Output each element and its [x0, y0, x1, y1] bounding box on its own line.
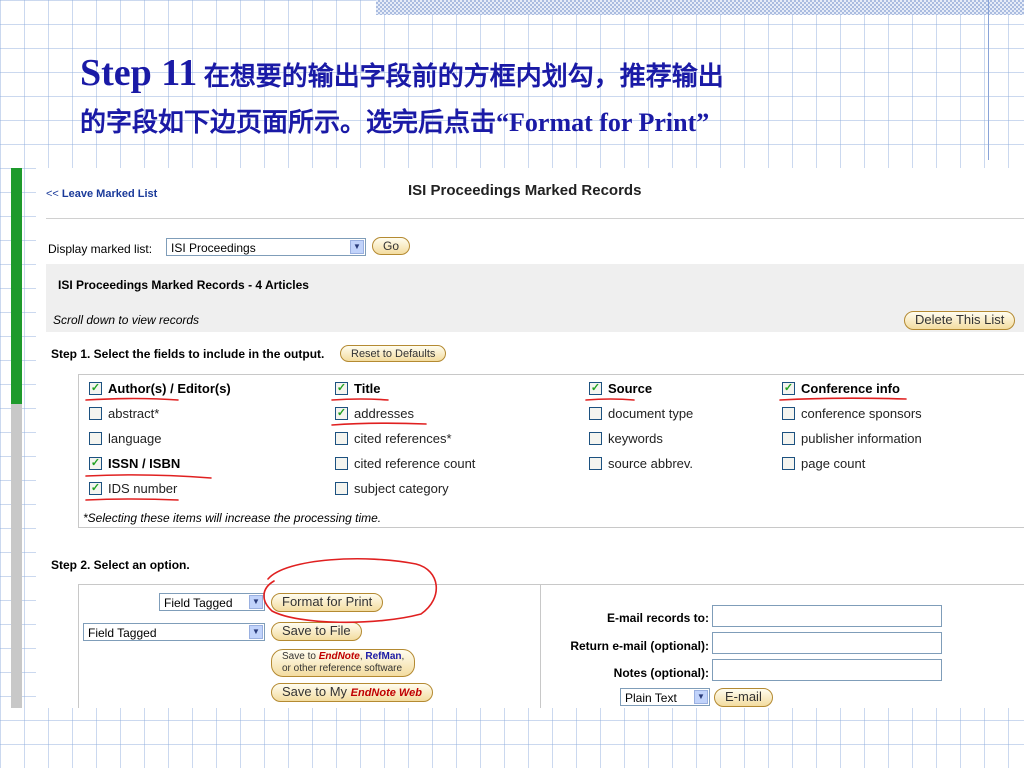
display-marked-list-label: Display marked list: [48, 242, 153, 256]
checkbox[interactable]: ✓ [782, 382, 795, 395]
format-select-file[interactable]: Field Tagged ▼ [83, 623, 265, 641]
field-page-count[interactable]: page count [782, 456, 865, 471]
slide-title-line2: 的字段如下边页面所示。选完后点击 [80, 108, 497, 137]
chevron-down-icon: ▼ [350, 240, 364, 254]
field-publisher-information[interactable]: publisher information [782, 431, 922, 446]
checkbox[interactable] [589, 457, 602, 470]
checkbox[interactable] [89, 432, 102, 445]
reset-defaults-button[interactable]: Reset to Defaults [340, 345, 447, 362]
checkbox[interactable] [782, 432, 795, 445]
checkbox[interactable] [89, 407, 102, 420]
slide-title-step: Step 11 [80, 52, 198, 94]
checkbox[interactable] [335, 432, 348, 445]
checkbox[interactable]: ✓ [335, 382, 348, 395]
delete-list-button[interactable]: Delete This List [904, 311, 1016, 330]
checkbox[interactable] [589, 407, 602, 420]
format-select-print[interactable]: Field Tagged ▼ [159, 593, 265, 611]
save-to-endnote-button[interactable]: Save to EndNote, RefMan, or other refere… [271, 649, 416, 677]
chevron-down-icon: ▼ [694, 690, 708, 704]
slide-top-decoration [376, 0, 1024, 15]
return-email-input[interactable] [712, 632, 942, 654]
field-keywords[interactable]: keywords [589, 431, 663, 446]
slide-title-line1: 在想要的输出字段前的方框内划勾，推荐输出 [197, 62, 724, 91]
leave-marked-list-label: Leave Marked List [61, 188, 158, 200]
checkbox[interactable]: ✓ [89, 457, 102, 470]
field-subject-category[interactable]: subject category [335, 481, 449, 496]
endnote-logo: EndNote [318, 651, 360, 662]
slide-accent-green [11, 168, 22, 404]
go-button[interactable]: Go [372, 237, 411, 255]
notes-label: Notes (optional): [613, 666, 709, 680]
field-source-abbrev[interactable]: source abbrev. [589, 456, 693, 471]
endnote-web-logo: EndNote Web [350, 687, 422, 699]
back-arrow-icon: << [46, 188, 59, 200]
slide-accent-gray [11, 404, 22, 708]
field-abstract[interactable]: abstract* [89, 406, 159, 421]
field-conference-info[interactable]: ✓ Conference info [782, 381, 900, 396]
checkbox[interactable]: ✓ [335, 407, 348, 420]
field-author[interactable]: ✓ Author(s) / Editor(s) [89, 381, 231, 396]
chevron-down-icon: ▼ [249, 595, 263, 609]
checkbox[interactable]: ✓ [589, 382, 602, 395]
email-format-select[interactable]: Plain Text ▼ [620, 688, 710, 706]
save-to-file-button[interactable]: Save to File [271, 622, 362, 641]
processing-note: *Selecting these items will increase the… [83, 511, 382, 525]
output-options-box: Field Tagged ▼ Format for Print Field Ta… [78, 584, 1024, 708]
checkbox[interactable] [335, 482, 348, 495]
scroll-hint: Scroll down to view records [53, 313, 200, 327]
email-to-input[interactable] [712, 605, 942, 627]
email-button[interactable]: E-mail [714, 688, 773, 707]
screenshot-panel: << Leave Marked List ISI Proceedings Mar… [36, 168, 1024, 708]
slide-title-quote: “Format for Print” [496, 108, 710, 137]
checkbox[interactable]: ✓ [89, 482, 102, 495]
field-cited-references[interactable]: cited references* [335, 431, 452, 446]
field-source[interactable]: ✓ Source [589, 381, 652, 396]
field-title[interactable]: ✓ Title [335, 381, 381, 396]
display-list-value: ISI Proceedings [171, 241, 256, 255]
format-for-print-button[interactable]: Format for Print [271, 593, 384, 612]
email-to-label: E-mail records to: [606, 611, 709, 625]
field-cited-reference-count[interactable]: cited reference count [335, 456, 475, 471]
field-document-type[interactable]: document type [589, 406, 693, 421]
slide-title: Step 11 在想要的输出字段前的方框内划勾，推荐输出 的字段如下边页面所示。… [80, 50, 980, 146]
checkbox[interactable] [782, 457, 795, 470]
record-count: ISI Proceedings Marked Records - 4 Artic… [58, 278, 309, 292]
field-addresses[interactable]: ✓ addresses [335, 406, 414, 421]
divider [46, 218, 1024, 219]
step2-heading: Step 2. Select an option. [51, 558, 190, 572]
step1-heading: Step 1. Select the fields to include in … [51, 347, 325, 361]
checkbox[interactable] [335, 457, 348, 470]
field-conference-sponsors[interactable]: conference sponsors [782, 406, 922, 421]
leave-marked-list-link[interactable]: << Leave Marked List [46, 188, 157, 200]
checkbox[interactable] [782, 407, 795, 420]
chevron-down-icon: ▼ [249, 625, 263, 639]
notes-input[interactable] [712, 659, 942, 681]
slide-vertical-rule [988, 0, 989, 160]
display-list-select[interactable]: ISI Proceedings ▼ [166, 238, 366, 256]
field-selection-box: ✓ Author(s) / Editor(s) ✓ Title ✓ Source ✓ C… [78, 374, 1024, 528]
field-ids-number[interactable]: ✓ IDS number [89, 481, 177, 496]
field-issn-isbn[interactable]: ✓ ISSN / ISBN [89, 456, 180, 471]
save-to-endnote-web-button[interactable]: Save to My EndNote Web [271, 683, 433, 702]
field-language[interactable]: language [89, 431, 162, 446]
page-title: ISI Proceedings Marked Records [408, 182, 642, 199]
checkbox[interactable] [589, 432, 602, 445]
refman-logo: RefMan [365, 651, 402, 662]
return-email-label: Return e-mail (optional): [570, 639, 709, 653]
checkbox[interactable]: ✓ [89, 382, 102, 395]
